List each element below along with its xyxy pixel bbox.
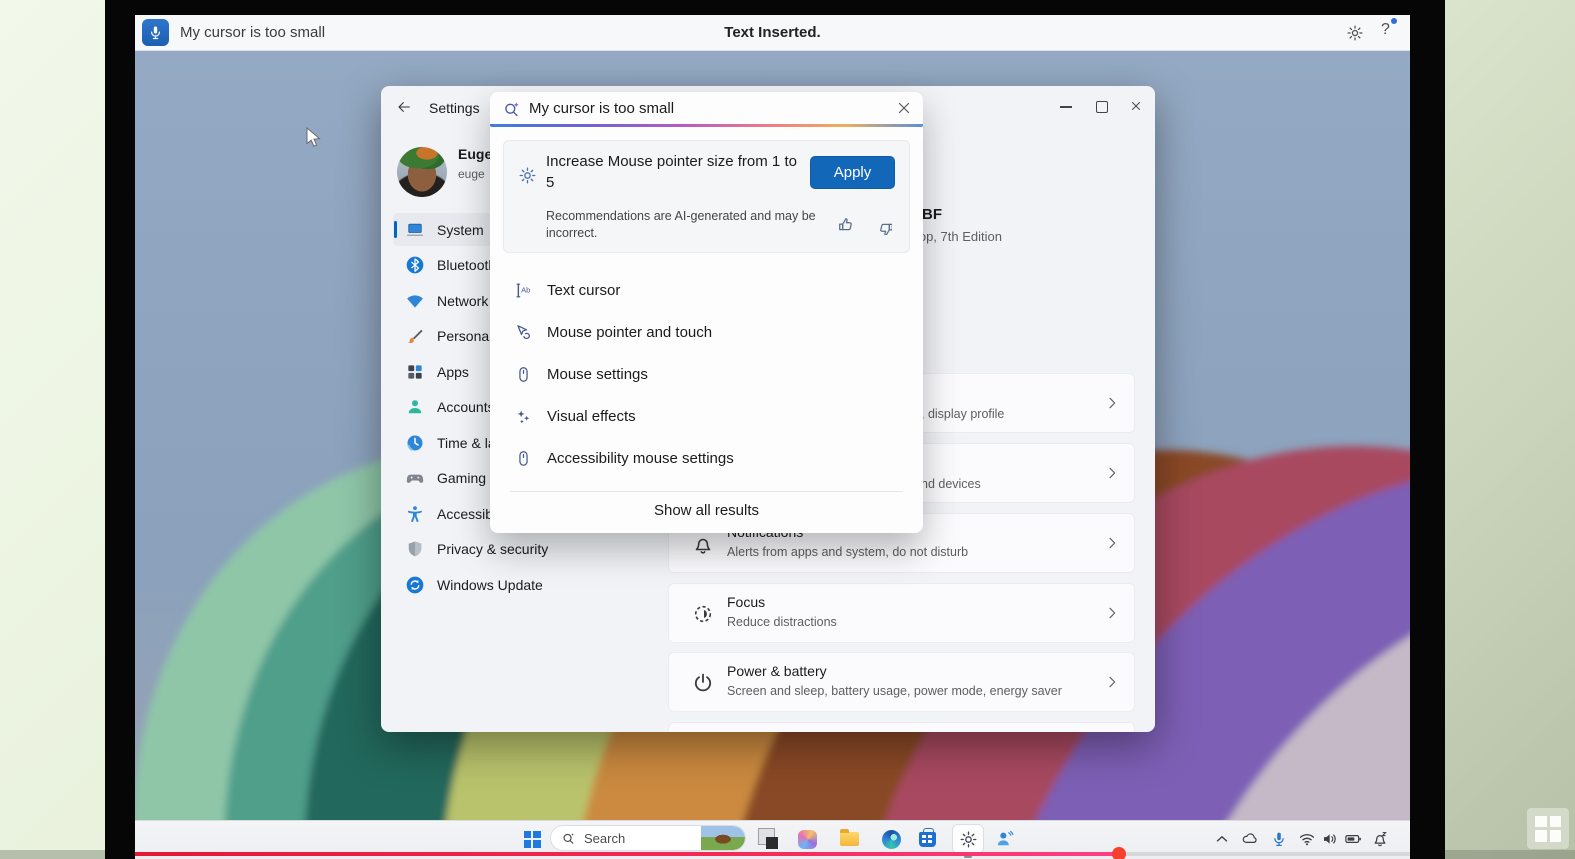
show-all-results[interactable]: Show all results: [490, 495, 923, 527]
store-button[interactable]: [915, 827, 939, 851]
search-highlight-image: [701, 826, 745, 850]
system-icon: [405, 220, 425, 240]
sidebar-item-windows-update[interactable]: Windows Update: [393, 568, 621, 601]
chevron-right-icon: [1104, 605, 1120, 621]
result-text-cursor[interactable]: Text cursor: [490, 270, 923, 310]
search-icon: [561, 831, 576, 846]
device-name: BF: [922, 206, 942, 223]
notification-dot: [1391, 18, 1397, 24]
clear-search-icon[interactable]: [895, 99, 913, 117]
avatar: [397, 147, 447, 197]
divider: [510, 491, 903, 492]
power-icon: [691, 671, 715, 695]
status-message: Text Inserted.: [724, 24, 821, 41]
result-visual-effects[interactable]: Visual effects: [490, 396, 923, 436]
thumbs-up-icon[interactable]: [836, 215, 856, 235]
voice-overlay-bar: My cursor is too small Text Inserted. ?: [135, 15, 1410, 51]
result-mouse-settings[interactable]: Mouse settings: [490, 354, 923, 394]
personalization-icon: [405, 326, 425, 346]
ai-gradient-underline: [490, 124, 923, 127]
clock-icon: [405, 433, 425, 453]
chevron-right-icon: [1104, 465, 1120, 481]
window-title: Settings: [429, 100, 480, 116]
tray-wifi-icon[interactable]: [1298, 830, 1316, 848]
selected-accent: [394, 221, 397, 238]
sidebar-item-privacy[interactable]: Privacy & security: [393, 532, 621, 565]
recommendation-card: Increase Mouse pointer size from 1 to 5 …: [503, 140, 910, 253]
apps-icon: [405, 362, 425, 382]
visual-effects-icon: [514, 407, 533, 426]
tray-notifications-icon[interactable]: [1371, 830, 1389, 848]
tray-volume-icon[interactable]: [1321, 830, 1339, 848]
apply-button[interactable]: Apply: [810, 156, 895, 189]
mouse-icon: [514, 449, 533, 468]
back-arrow-icon[interactable]: [396, 99, 412, 115]
settings-gear-icon[interactable]: [1346, 24, 1364, 42]
video-progress-handle[interactable]: [1112, 847, 1126, 859]
search-input[interactable]: My cursor is too small: [529, 92, 674, 125]
result-mouse-pointer-touch[interactable]: Mouse pointer and touch: [490, 312, 923, 352]
gear-icon: [518, 166, 537, 185]
settings-taskbar-button[interactable]: [956, 827, 980, 851]
screen: My cursor is too small Text Inserted. ?: [135, 15, 1410, 859]
people-button[interactable]: [993, 827, 1017, 851]
mouse-cursor: [306, 127, 321, 147]
search-placeholder: Search: [584, 830, 626, 846]
search-flyout: My cursor is too small Increase Mouse po…: [490, 92, 923, 533]
user-email: euge: [458, 167, 485, 181]
chevron-right-icon: [1104, 395, 1120, 411]
text-cursor-icon: [514, 281, 533, 300]
tray-chevron-up-icon[interactable]: [1213, 830, 1231, 848]
edge-button[interactable]: [879, 827, 903, 851]
mouse-icon: [514, 365, 533, 384]
minimize-button[interactable]: [1057, 97, 1077, 117]
desktop: Settings Euge euge System Bluetooth Netw…: [135, 50, 1410, 820]
tray-battery-icon[interactable]: [1344, 830, 1362, 848]
gamepad-icon: [405, 468, 425, 488]
ai-disclaimer: Recommendations are AI-generated and may…: [546, 209, 816, 240]
user-name: Euge: [458, 146, 493, 162]
thumbs-down-icon[interactable]: [872, 215, 892, 235]
tray-microphone-icon[interactable]: [1270, 830, 1288, 848]
ai-search-icon: [502, 100, 521, 119]
card-focus[interactable]: Focus Reduce distractions: [668, 583, 1135, 643]
chevron-right-icon: [1104, 674, 1120, 690]
chevron-right-icon: [1104, 535, 1120, 551]
video-progress-track[interactable]: [135, 847, 1410, 859]
card-partial[interactable]: [668, 722, 1135, 732]
video-progress-fill: [135, 852, 1120, 856]
mouse-pointer-touch-icon: [514, 323, 533, 342]
start-button[interactable]: [520, 827, 544, 851]
card-power-battery[interactable]: Power & battery Screen and sleep, batter…: [668, 652, 1135, 712]
recommendation-title: Increase Mouse pointer size from 1 to 5: [546, 153, 797, 191]
video-frame: My cursor is too small Text Inserted. ?: [0, 0, 1575, 859]
onedrive-cloud-icon[interactable]: [1241, 830, 1259, 848]
bluetooth-icon: [405, 255, 425, 275]
focus-icon: [691, 602, 715, 626]
accounts-icon: [405, 397, 425, 417]
accessibility-icon: [405, 504, 425, 524]
file-explorer-button[interactable]: [837, 827, 861, 851]
shield-icon: [405, 539, 425, 559]
maximize-button[interactable]: [1092, 97, 1112, 117]
close-button[interactable]: [1129, 99, 1143, 113]
update-icon: [405, 575, 425, 595]
windows-watermark-logo: [1527, 808, 1569, 849]
result-accessibility-mouse[interactable]: Accessibility mouse settings: [490, 438, 923, 478]
network-icon: [405, 291, 425, 311]
task-view-button[interactable]: [757, 827, 781, 851]
monitor-bezel: My cursor is too small Text Inserted. ?: [105, 0, 1445, 859]
help-icon[interactable]: ?: [1381, 21, 1390, 39]
bell-icon: [691, 532, 715, 556]
taskbar-search[interactable]: Search: [550, 825, 746, 851]
copilot-button[interactable]: [795, 827, 819, 851]
